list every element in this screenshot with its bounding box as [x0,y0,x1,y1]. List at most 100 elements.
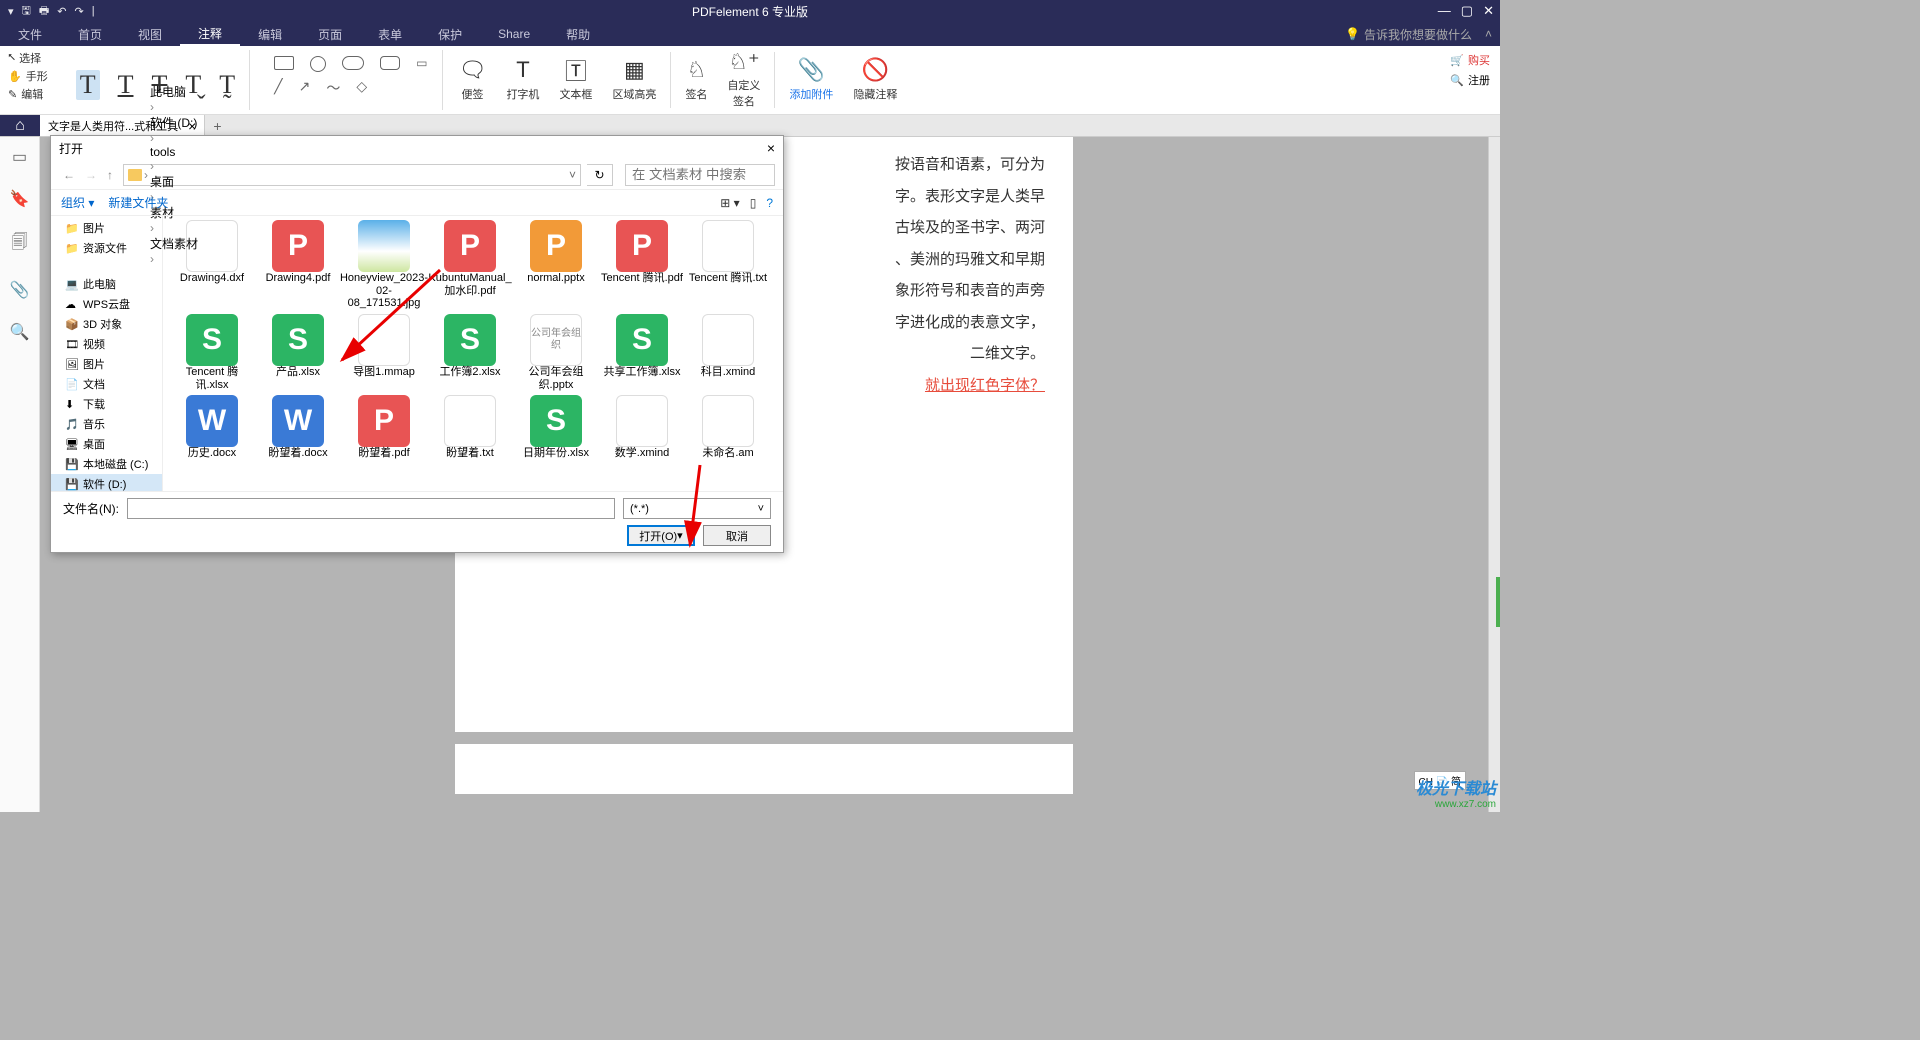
app-icon[interactable]: ▾ [8,5,14,18]
squiggly-tool[interactable]: T̰ [219,70,235,100]
home-tab[interactable]: ⌂ [0,115,40,136]
arrow-shape[interactable]: ↗ [299,78,311,98]
tree-item[interactable]: 🎞视频 [51,334,162,354]
file-item[interactable]: S共享工作簿.xlsx [599,312,685,393]
select-mode[interactable]: ⭦选择 [8,50,48,66]
custom-signature-button[interactable]: ♘⁺自定义签名 [717,50,770,108]
qat-print-icon[interactable]: 🖶 [39,2,49,21]
minimize-button[interactable]: — [1438,3,1451,19]
underline-tool[interactable]: T [118,70,134,100]
breadcrumb-seg[interactable]: 文档素材 [150,235,198,252]
textbox-button[interactable]: 🅃文本框 [549,50,602,108]
menu-编辑[interactable]: 编辑 [240,22,300,46]
tree-item[interactable]: 💻此电脑 [51,274,162,294]
breadcrumb-seg[interactable]: 此电脑 [150,83,198,100]
breadcrumb-seg[interactable]: tools [150,145,198,159]
highlight-tool[interactable]: T [76,70,100,100]
open-button[interactable]: 打开(O) ▾ [627,525,695,546]
help-icon[interactable]: ? [766,196,773,210]
path-dropdown-icon[interactable]: ˅ [569,168,576,182]
file-item[interactable]: 盼望着.txt [427,393,513,462]
qat-undo-icon[interactable]: ↶ [57,5,66,18]
tell-me-search[interactable]: 💡 告诉我你想要做什么 [1345,26,1472,43]
ribbon-collapse-icon[interactable]: ˄ [1485,27,1492,41]
tree-item[interactable]: 🖥桌面 [51,434,162,454]
annotations-icon[interactable]: 🗐 [12,231,28,258]
file-item[interactable]: PTencent 腾讯.pdf [599,218,685,312]
file-item[interactable]: S日期年份.xlsx [513,393,599,462]
menu-文件[interactable]: 文件 [0,22,60,46]
nav-up-icon[interactable]: ↑ [103,166,117,184]
buy-button[interactable]: 🛒购买 [1450,52,1490,68]
menu-页面[interactable]: 页面 [300,22,360,46]
qat-more-icon[interactable]: | [92,5,95,17]
tree-item[interactable]: 💾本地磁盘 (C:) [51,454,162,474]
folder-tree[interactable]: 📁图片📁资源文件💻此电脑☁WPS云盘📦3D 对象🎞视频🖼图片📄文档⬇下载🎵音乐🖥… [51,216,163,491]
maximize-button[interactable]: ▢ [1461,3,1473,19]
right-scrollbar[interactable] [1488,137,1500,812]
tree-item[interactable]: ⬇下载 [51,394,162,414]
file-item[interactable]: Honeyview_2023-02-08_171531.jpg [341,218,427,312]
cancel-button[interactable]: 取消 [703,525,771,546]
qat-redo-icon[interactable]: ↷ [75,5,84,18]
file-item[interactable]: PKubuntuManual_加水印.pdf [427,218,513,312]
file-item[interactable]: 未命名.am [685,393,771,462]
line-shape[interactable]: ▭ [416,56,427,72]
dialog-close-icon[interactable]: × [767,140,775,156]
hide-annotations-button[interactable]: 🚫隐藏注释 [843,50,907,108]
rect-shape[interactable] [274,56,294,70]
tree-item[interactable]: 📄文档 [51,374,162,394]
view-mode-icon[interactable]: ⊞ ▾ [720,196,739,210]
menu-保护[interactable]: 保护 [420,22,480,46]
menu-视图[interactable]: 视图 [120,22,180,46]
file-item[interactable]: Tencent 腾讯.txt [685,218,771,312]
tree-item[interactable]: 💾软件 (D:) [51,474,162,491]
tree-item[interactable]: 📦3D 对象 [51,314,162,334]
file-item[interactable]: S产品.xlsx [255,312,341,393]
polygon-shape[interactable] [380,56,400,70]
typewriter-button[interactable]: T打字机 [496,50,549,108]
nav-back-icon[interactable]: ← [59,166,79,184]
file-item[interactable]: W盼望着.docx [255,393,341,462]
thumbnails-icon[interactable]: ▭ [12,147,27,167]
attachments-icon[interactable]: 📎 [10,280,30,300]
tree-item[interactable]: 🖼图片 [51,354,162,374]
new-tab-button[interactable]: + [205,118,229,134]
add-attachment-button[interactable]: 📎添加附件 [779,50,843,108]
sticky-note-button[interactable]: 🗨便签 [449,50,497,108]
eraser-shape[interactable]: ◇ [356,78,367,98]
organize-menu[interactable]: 组织 ▾ [61,194,94,211]
red-link-text[interactable]: 就出现红色字体？ [925,377,1045,394]
hand-mode[interactable]: ✋手形 [8,68,48,84]
tree-item[interactable] [51,258,162,274]
menu-帮助[interactable]: 帮助 [548,22,608,46]
area-highlight-button[interactable]: ▦区域高亮 [602,50,666,108]
menu-Share[interactable]: Share [480,22,548,46]
file-item[interactable]: W历史.docx [169,393,255,462]
breadcrumb-seg[interactable]: 软件 (D:) [150,114,198,131]
close-button[interactable]: ✕ [1483,3,1494,19]
edit-mode[interactable]: ✎编辑 [8,86,48,102]
free-shape[interactable]: ～ [326,78,340,98]
file-item[interactable]: 导图1.mmap [341,312,427,393]
tree-item[interactable]: 📁资源文件 [51,238,162,258]
breadcrumb-path[interactable]: › 此电脑 › 软件 (D:) › tools › 桌面 › 素材 › 文档素材… [123,164,581,186]
menu-注释[interactable]: 注释 [180,22,240,46]
search-icon[interactable]: 🔍 [10,322,30,342]
file-item[interactable]: 数学.xmind [599,393,685,462]
file-item[interactable]: STencent 腾讯.xlsx [169,312,255,393]
file-item[interactable]: S工作簿2.xlsx [427,312,513,393]
register-button[interactable]: 🔍注册 [1450,72,1490,88]
file-item[interactable]: Pnormal.pptx [513,218,599,312]
file-item[interactable]: 公司年会组织公司年会组织.pptx [513,312,599,393]
file-item[interactable]: P盼望着.pdf [341,393,427,462]
tree-item[interactable]: 🎵音乐 [51,414,162,434]
nav-forward-icon[interactable]: → [81,166,101,184]
refresh-button[interactable]: ↻ [587,164,613,186]
pencil-shape[interactable]: ╱ [274,78,282,98]
tree-item[interactable]: 📁图片 [51,218,162,238]
file-list[interactable]: Drawing4.dxfPDrawing4.pdfHoneyview_2023-… [163,216,783,491]
file-item[interactable]: PDrawing4.pdf [255,218,341,312]
preview-pane-icon[interactable]: ▯ [750,196,757,210]
menu-表单[interactable]: 表单 [360,22,420,46]
